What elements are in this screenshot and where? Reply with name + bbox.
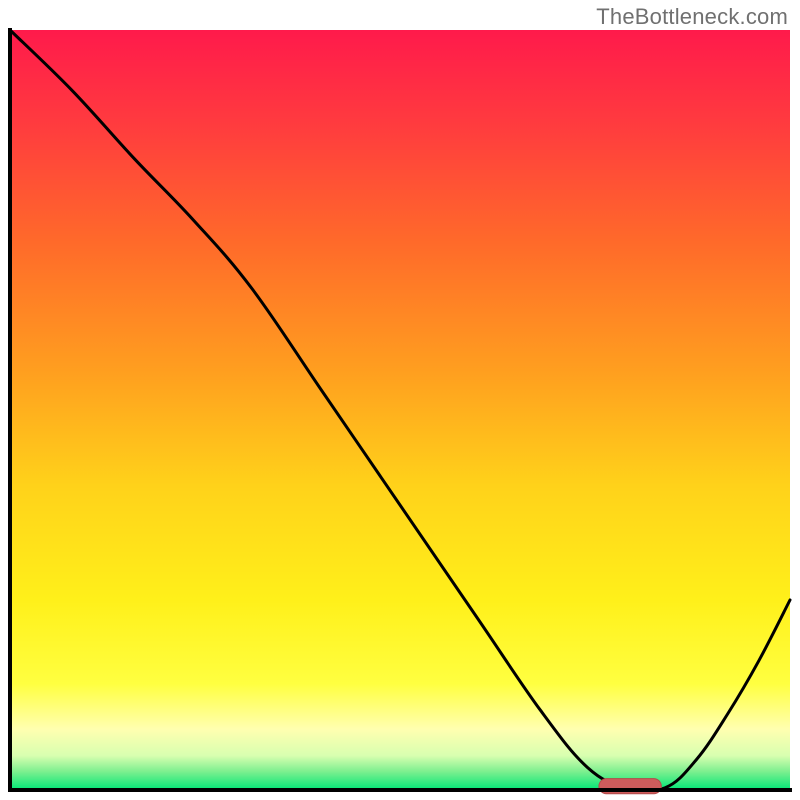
site-watermark: TheBottleneck.com — [596, 4, 788, 30]
gradient-background — [10, 30, 790, 790]
bottleneck-curve-chart — [0, 0, 800, 800]
plot-area — [10, 30, 790, 794]
chart-container: TheBottleneck.com — [0, 0, 800, 800]
